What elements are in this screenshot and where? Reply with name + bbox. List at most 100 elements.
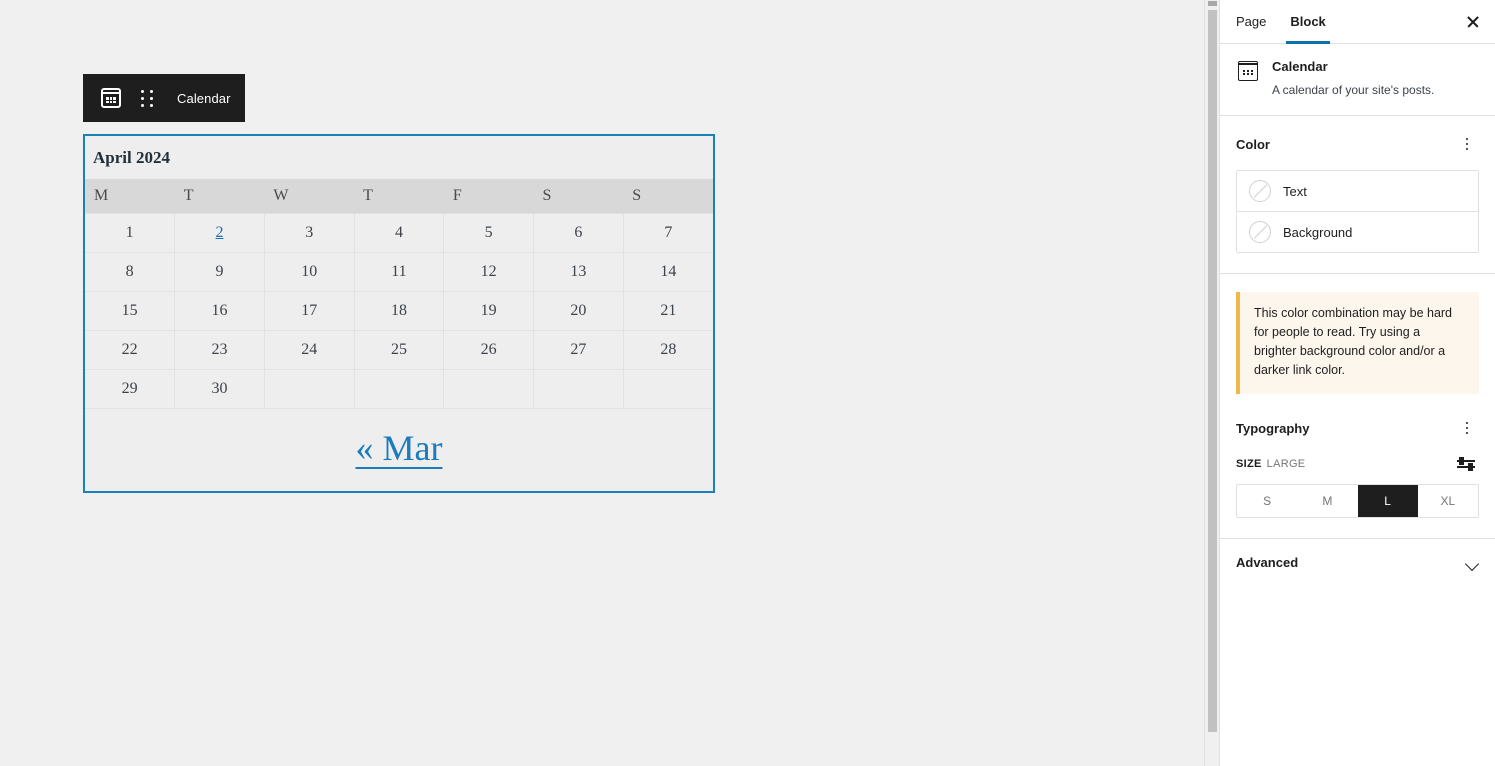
calendar-day-cell: 1: [85, 213, 176, 253]
calendar-day-cell: 19: [443, 291, 535, 331]
block-card-title: Calendar: [1272, 59, 1328, 74]
font-size-settings-button[interactable]: [1457, 454, 1479, 474]
color-option-label: Text: [1283, 183, 1307, 199]
calendar-icon: [101, 88, 121, 108]
calendar-day-cell: 24: [263, 330, 355, 370]
font-size-option-s[interactable]: S: [1237, 485, 1297, 517]
calendar-day-cell: 26: [443, 330, 535, 370]
calendar-empty-cell: [263, 369, 355, 409]
calendar-day-cell: 7: [622, 213, 713, 253]
day-header: T: [174, 179, 265, 214]
color-option-label: Background: [1283, 224, 1353, 240]
scrollbar-thumb[interactable]: [1208, 10, 1217, 732]
block-toolbar-label: Calendar: [177, 90, 231, 106]
sliders-icon: [1457, 457, 1475, 465]
font-size-option-m[interactable]: M: [1297, 485, 1357, 517]
calendar-day-cell: 21: [622, 291, 713, 331]
calendar-day-cell: 15: [85, 291, 176, 331]
calendar-empty-cell: [622, 369, 713, 409]
calendar-day-cell: 25: [353, 330, 445, 370]
calendar-day-cell: 4: [353, 213, 445, 253]
contrast-warning-notice: This color combination may be hard for p…: [1236, 292, 1479, 394]
sidebar-tab-bar: Page Block: [1220, 0, 1495, 44]
calendar-day-cell: 29: [85, 369, 176, 409]
editor-canvas: Calendar April 2024 M T W T F S S 1 2 3 …: [0, 0, 1219, 766]
calendar-table: April 2024 M T W T F S S 1 2 3 4 5 6 7 8…: [85, 136, 713, 491]
day-header: T: [354, 179, 444, 214]
block-card-description: A calendar of your site's posts.: [1272, 83, 1435, 97]
color-option-background[interactable]: Background: [1237, 211, 1478, 252]
drag-handle-icon: [140, 89, 154, 107]
calendar-day-cell: 12: [443, 252, 535, 292]
font-size-toggle-group: S M L XL: [1236, 484, 1479, 518]
calendar-day-cell: 27: [533, 330, 624, 370]
calendar-day-cell: 5: [443, 213, 535, 253]
typography-panel-options-button[interactable]: [1455, 416, 1479, 440]
tab-block[interactable]: Block: [1278, 0, 1337, 44]
calendar-week-row: 29 30: [85, 369, 713, 409]
close-sidebar-button[interactable]: [1451, 0, 1495, 43]
calendar-day-cell: 22: [85, 330, 176, 370]
color-panel-title: Color: [1236, 136, 1270, 152]
day-header: F: [443, 179, 534, 214]
color-panel-options-button[interactable]: [1455, 132, 1479, 156]
settings-sidebar: Page Block Calendar A calendar of your s…: [1219, 0, 1495, 766]
calendar-day-cell: 30: [174, 369, 265, 409]
calendar-day-cell: 6: [533, 213, 624, 253]
day-header: W: [264, 179, 355, 214]
close-icon: [1466, 15, 1480, 29]
drag-handle-button[interactable]: [129, 80, 165, 116]
calendar-day-cell: 23: [174, 330, 265, 370]
calendar-nav-cell: « Mar: [85, 408, 713, 491]
editor-window: Calendar April 2024 M T W T F S S 1 2 3 …: [0, 0, 1495, 766]
color-swatch-icon: [1249, 221, 1271, 243]
font-size-label-value: LARGE: [1266, 458, 1306, 470]
calendar-day-cell: 8: [85, 252, 176, 292]
block-toolbar: Calendar: [83, 74, 245, 122]
canvas-scrollbar[interactable]: [1204, 0, 1219, 766]
chevron-down-icon: [1465, 556, 1479, 570]
calendar-caption: April 2024: [85, 136, 713, 179]
kebab-menu-icon: [1465, 137, 1469, 141]
calendar-day-cell: 14: [622, 252, 713, 292]
day-header: S: [533, 179, 624, 214]
scroll-up-arrow-icon[interactable]: [1208, 1, 1217, 6]
day-header: S: [623, 179, 713, 214]
tab-page[interactable]: Page: [1220, 0, 1278, 43]
block-type-button[interactable]: [93, 80, 129, 116]
calendar-day-link[interactable]: 2: [216, 224, 224, 241]
calendar-day-cell: 9: [174, 252, 265, 292]
font-size-label: SIZE LARGE: [1236, 458, 1305, 470]
calendar-empty-cell: [353, 369, 445, 409]
typography-panel: Typography SIZE LARGE S M L XL: [1220, 394, 1495, 538]
notice-text: This color combination may be hard for p…: [1254, 306, 1453, 377]
font-size-option-l[interactable]: L: [1357, 485, 1418, 517]
calendar-day-cell: 18: [353, 291, 445, 331]
kebab-menu-icon: [1465, 421, 1469, 425]
color-option-text[interactable]: Text: [1237, 171, 1478, 211]
calendar-week-row: 1 2 3 4 5 6 7: [85, 213, 713, 253]
calendar-day-cell: 20: [533, 291, 624, 331]
calendar-icon: [1236, 59, 1260, 83]
advanced-panel-title: Advanced: [1236, 555, 1299, 570]
color-swatch-icon: [1249, 180, 1271, 202]
calendar-day-cell: 13: [533, 252, 624, 292]
calendar-prev-month-link[interactable]: « Mar: [356, 428, 443, 468]
block-info-card: Calendar A calendar of your site's posts…: [1220, 44, 1495, 116]
calendar-block[interactable]: April 2024 M T W T F S S 1 2 3 4 5 6 7 8…: [83, 134, 715, 493]
calendar-week-row: 22 23 24 25 26 27 28: [85, 330, 713, 370]
calendar-header-row: M T W T F S S: [85, 179, 713, 214]
font-size-label-key: SIZE: [1236, 458, 1262, 470]
calendar-day-cell: 11: [353, 252, 445, 292]
font-size-option-xl[interactable]: XL: [1418, 485, 1478, 517]
calendar-day-cell: 3: [263, 213, 355, 253]
calendar-empty-cell: [533, 369, 624, 409]
calendar-day-cell: 16: [174, 291, 265, 331]
typography-panel-title: Typography: [1236, 420, 1310, 436]
calendar-day-cell[interactable]: 2: [174, 213, 265, 253]
calendar-day-cell: 10: [263, 252, 355, 292]
calendar-empty-cell: [443, 369, 535, 409]
calendar-day-cell: 28: [622, 330, 713, 370]
advanced-panel-toggle[interactable]: Advanced: [1220, 538, 1495, 586]
calendar-week-row: 15 16 17 18 19 20 21: [85, 291, 713, 331]
